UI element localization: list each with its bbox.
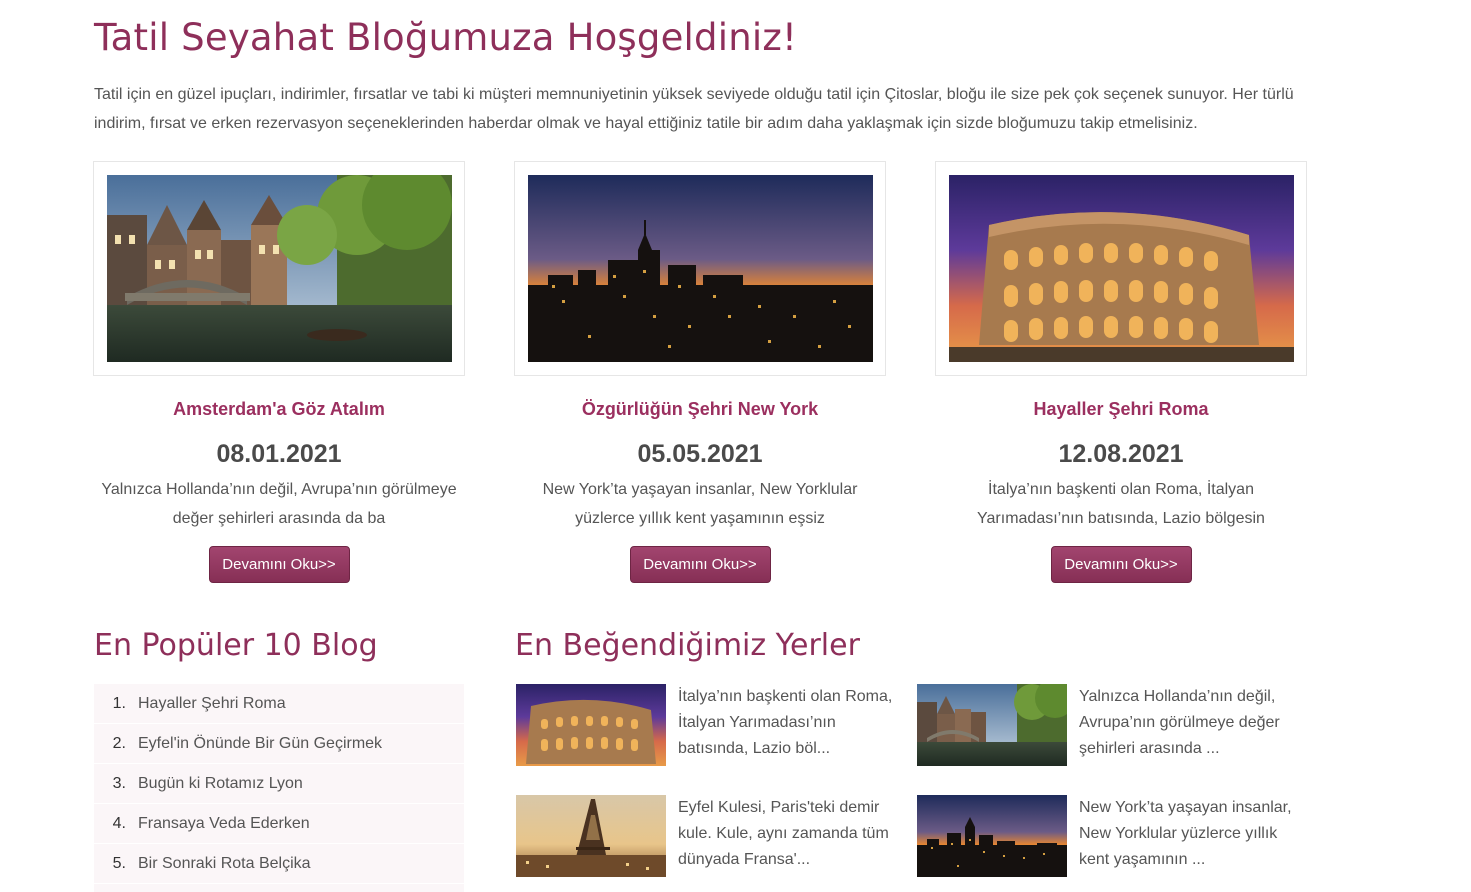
intro-paragraph: Tatil için en güzel ipuçları, indirimler… bbox=[94, 86, 1294, 132]
favorite-thumbnail[interactable] bbox=[516, 684, 666, 766]
card-image-frame bbox=[935, 161, 1307, 376]
read-more-button[interactable]: Devamını Oku>> bbox=[208, 546, 350, 583]
favorite-thumbnail[interactable] bbox=[516, 795, 666, 877]
item-label: Eyfel'in Önünde Bir Gün Geçirmek bbox=[138, 734, 383, 752]
item-label: Hayaller Şehri Roma bbox=[138, 694, 286, 712]
newyork-photo[interactable] bbox=[528, 175, 873, 362]
read-more-button[interactable]: Devamını Oku>> bbox=[1050, 546, 1192, 583]
popular-item[interactable]: 5. Bir Sonraki Rota Belçika bbox=[94, 844, 464, 884]
card-date: 05.05.2021 bbox=[637, 440, 763, 468]
item-number: 4. bbox=[112, 814, 126, 832]
popular-item[interactable]: 2. Eyfel'in Önünde Bir Gün Geçirmek bbox=[94, 724, 464, 764]
blog-card-newyork: Özgürlüğün Şehri New York 05.05.2021 New… bbox=[514, 161, 886, 583]
favorite-excerpt[interactable]: New York’ta yaşayan insanlar, New Yorklu… bbox=[1079, 795, 1297, 873]
read-more-button[interactable]: Devamını Oku>> bbox=[629, 546, 771, 583]
favorite-item-paris: Eyfel Kulesi, Paris'teki demir kule. Kul… bbox=[516, 795, 896, 892]
popular-list: 1. Hayaller Şehri Roma 2. Eyfel'in Önünde … bbox=[94, 684, 464, 892]
card-excerpt: İtalya’nın başkenti olan Roma, İtalyan Y… bbox=[977, 481, 1265, 527]
card-image-frame bbox=[93, 161, 465, 376]
favorites-section-title: En Beğendiğimiz Yerler bbox=[515, 628, 860, 663]
favorite-item-newyork: New York’ta yaşayan insanlar, New Yorklu… bbox=[917, 795, 1297, 892]
popular-item[interactable]: 3. Bugün ki Rotamız Lyon bbox=[94, 764, 464, 804]
item-label: Fransaya Veda Ederken bbox=[138, 814, 310, 832]
favorite-excerpt[interactable]: Yalnızca Hollanda’nın değil, Avrupa’nın … bbox=[1079, 684, 1297, 762]
favorite-item-roma: İtalya’nın başkenti olan Roma, İtalyan Y… bbox=[516, 684, 896, 784]
blog-card-amsterdam: Amsterdam'a Göz Atalım 08.01.2021 Yalnız… bbox=[93, 161, 465, 583]
favorite-thumbnail[interactable] bbox=[917, 684, 1067, 766]
favorite-thumbnail[interactable] bbox=[917, 795, 1067, 877]
amsterdam-photo[interactable] bbox=[107, 175, 452, 362]
item-label: Bugün ki Rotamız Lyon bbox=[138, 774, 303, 792]
roma-photo[interactable] bbox=[949, 175, 1294, 362]
card-excerpt: Yalnızca Hollanda’nın değil, Avrupa’nın … bbox=[101, 481, 457, 527]
card-title[interactable]: Amsterdam'a Göz Atalım bbox=[93, 399, 465, 420]
favorite-excerpt[interactable]: Eyfel Kulesi, Paris'teki demir kule. Kul… bbox=[678, 795, 896, 873]
card-title[interactable]: Hayaller Şehri Roma bbox=[935, 399, 1307, 420]
card-date: 12.08.2021 bbox=[1058, 440, 1184, 468]
page-title: Tatil Seyahat Bloğumuza Hoşgeldiniz! bbox=[94, 16, 797, 59]
favorite-item-amsterdam: Yalnızca Hollanda’nın değil, Avrupa’nın … bbox=[917, 684, 1297, 784]
card-excerpt: New York’ta yaşayan insanlar, New Yorklu… bbox=[542, 481, 858, 527]
item-label: Bir Sonraki Rota Belçika bbox=[138, 854, 311, 872]
item-number: 3. bbox=[112, 774, 126, 792]
item-number: 2. bbox=[112, 734, 126, 752]
favorite-excerpt[interactable]: İtalya’nın başkenti olan Roma, İtalyan Y… bbox=[678, 684, 896, 762]
popular-section-title: En Popüler 10 Blog bbox=[94, 628, 378, 663]
item-number: 1. bbox=[112, 694, 126, 712]
item-number: 5. bbox=[112, 854, 126, 872]
card-image-frame bbox=[514, 161, 886, 376]
blog-card-roma: Hayaller Şehri Roma 12.08.2021 İtalya’nı… bbox=[935, 161, 1307, 583]
popular-item[interactable]: 4. Fransaya Veda Ederken bbox=[94, 804, 464, 844]
card-title[interactable]: Özgürlüğün Şehri New York bbox=[514, 399, 886, 420]
popular-item[interactable]: 1. Hayaller Şehri Roma bbox=[94, 684, 464, 724]
card-date: 08.01.2021 bbox=[216, 440, 342, 468]
